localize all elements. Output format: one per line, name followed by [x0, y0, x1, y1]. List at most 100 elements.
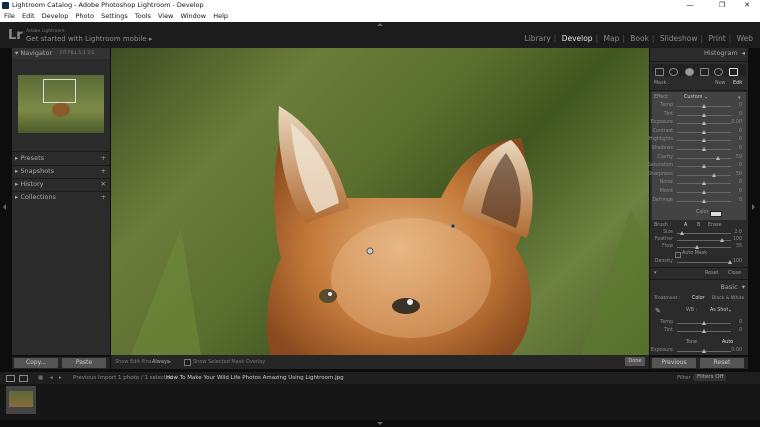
collections-header[interactable]: ▸ Collections +	[12, 192, 110, 203]
collapse-left-icon[interactable]	[3, 204, 6, 210]
menu-file[interactable]: File	[4, 11, 15, 22]
histogram-header[interactable]: Histogram ◂	[650, 48, 748, 59]
treatment-color-button[interactable]: Color	[692, 296, 705, 301]
treatment-bw-button[interactable]: Black & White	[712, 296, 744, 301]
slider-knob[interactable]	[702, 329, 706, 333]
graduated-filter-icon[interactable]	[700, 68, 709, 76]
add-snapshot-icon[interactable]: +	[101, 166, 106, 177]
slider-knob[interactable]	[702, 121, 706, 126]
reset-button[interactable]: Reset	[700, 358, 744, 368]
photo-canvas[interactable]	[111, 48, 649, 355]
navigator-header[interactable]: ▾ Navigator FIT FILL 1:1 3:1	[12, 48, 110, 59]
forward-arrow-icon[interactable]: ▸	[59, 372, 62, 384]
slider-knob[interactable]	[702, 147, 706, 151]
adjustment-brush-icon[interactable]	[729, 68, 738, 76]
slider-knob[interactable]	[720, 238, 724, 242]
slider-knob[interactable]	[702, 190, 706, 194]
mask-edit-button[interactable]: Edit	[733, 81, 742, 86]
zoom-3-1[interactable]: 3:1	[87, 51, 94, 56]
brush-b-button[interactable]: B	[697, 223, 700, 228]
grid-icon[interactable]: ▦	[38, 372, 43, 384]
exposure-slider-knob[interactable]	[702, 349, 706, 353]
slider-track[interactable]	[677, 174, 731, 176]
slider-knob[interactable]	[695, 245, 699, 249]
paste-settings-button[interactable]: Paste	[62, 358, 106, 368]
collapse-right-icon[interactable]	[752, 204, 755, 210]
slider-track[interactable]	[677, 247, 731, 248]
history-header[interactable]: ▸ History ✕	[12, 179, 110, 190]
collapse-bottom-icon[interactable]	[377, 422, 383, 425]
slider-knob[interactable]	[716, 155, 720, 160]
wb-select[interactable]: As Shot	[710, 308, 728, 313]
density-slider[interactable]	[677, 262, 731, 263]
slider-knob[interactable]	[712, 172, 716, 177]
slider-knob[interactable]	[702, 321, 706, 325]
minimize-button[interactable]: —	[678, 0, 702, 11]
dropdown-icon[interactable]: ▾	[169, 359, 171, 364]
panel-collapse-icon[interactable]: ▾	[738, 95, 741, 101]
zoom-fit[interactable]: FIT	[60, 51, 67, 56]
clear-history-icon[interactable]: ✕	[101, 179, 106, 190]
presets-header[interactable]: ▸ Presets +	[12, 153, 110, 164]
mask-toggle-icon[interactable]: ▾	[654, 270, 657, 276]
secondary-window-icon[interactable]	[19, 375, 28, 382]
menu-settings[interactable]: Settings	[101, 11, 128, 22]
snapshots-header[interactable]: ▸ Snapshots +	[12, 166, 110, 177]
menu-edit[interactable]: Edit	[22, 11, 35, 22]
collapse-top-icon[interactable]	[377, 23, 383, 26]
mask-new-button[interactable]: New	[715, 81, 725, 86]
back-arrow-icon[interactable]: ◂	[50, 372, 53, 384]
module-slideshow[interactable]: Slideshow	[660, 34, 698, 43]
module-develop[interactable]: Develop	[562, 34, 593, 43]
dropdown-icon[interactable]: ▾	[729, 308, 731, 313]
module-book[interactable]: Book	[630, 34, 649, 43]
module-print[interactable]: Print	[708, 34, 725, 43]
done-button[interactable]: Done	[625, 357, 645, 366]
slider-knob[interactable]	[680, 231, 684, 235]
mobile-tagline[interactable]: Get started with Lightroom mobile ▸	[26, 35, 152, 43]
tone-auto-button[interactable]: Auto	[722, 340, 733, 345]
show-edit-pins-select[interactable]: Always	[152, 359, 170, 365]
brush-a-button[interactable]: A	[684, 223, 687, 228]
effect-select[interactable]: Custom	[684, 95, 702, 100]
module-library[interactable]: Library	[525, 34, 551, 43]
module-web[interactable]: Web	[737, 34, 753, 43]
menu-view[interactable]: View	[158, 11, 173, 22]
slider-knob[interactable]	[702, 112, 706, 117]
filmstrip-thumbnail[interactable]	[9, 391, 33, 407]
maximize-button[interactable]: ❐	[710, 0, 734, 11]
primary-window-icon[interactable]	[6, 375, 15, 382]
menu-photo[interactable]: Photo	[75, 11, 94, 22]
dropdown-icon[interactable]: ▾	[705, 95, 707, 100]
module-map[interactable]: Map	[604, 34, 620, 43]
copy-settings-button[interactable]: Copy...	[14, 358, 58, 368]
slider-track[interactable]	[677, 233, 731, 234]
add-preset-icon[interactable]: +	[101, 153, 106, 164]
slider-knob[interactable]	[702, 181, 706, 186]
zoom-fill[interactable]: FILL	[68, 51, 77, 56]
slider-knob[interactable]	[702, 164, 706, 169]
basic-header[interactable]: Basic ▾	[650, 282, 748, 293]
eyedropper-icon[interactable]: ✎	[655, 307, 661, 315]
brush-reset-button[interactable]: Reset	[705, 271, 718, 276]
previous-import-label[interactable]: Previous Import	[73, 372, 116, 384]
add-collection-icon[interactable]: +	[101, 192, 106, 203]
menu-develop[interactable]: Develop	[42, 11, 69, 22]
color-swatch[interactable]	[710, 211, 722, 217]
close-button[interactable]: ✕	[735, 0, 759, 11]
current-filename[interactable]: How To Make Your Wild Life Photos Amazin…	[166, 372, 344, 384]
menu-help[interactable]: Help	[213, 11, 228, 22]
navigator-zoom-box[interactable]	[43, 79, 76, 103]
menu-window[interactable]: Window	[180, 11, 206, 22]
show-mask-checkbox[interactable]	[184, 359, 191, 366]
brush-close-button[interactable]: Close	[728, 271, 741, 276]
slider-track[interactable]	[677, 157, 731, 159]
brush-erase-button[interactable]: Erase	[708, 223, 721, 228]
crop-tool-icon[interactable]	[655, 68, 664, 76]
slider-knob[interactable]	[702, 129, 706, 134]
red-eye-icon[interactable]	[685, 68, 694, 76]
slider-knob[interactable]	[702, 104, 706, 108]
auto-mask-checkbox[interactable]	[675, 252, 681, 258]
filter-select[interactable]: Filters Off	[694, 374, 727, 381]
spot-removal-icon[interactable]	[669, 68, 678, 76]
